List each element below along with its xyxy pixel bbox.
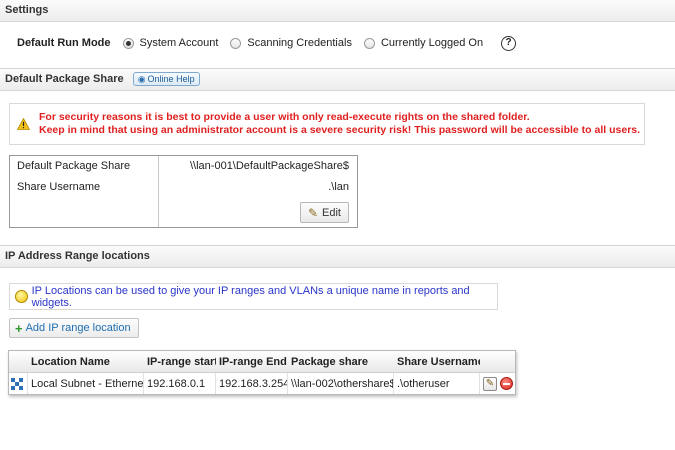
radio-label: Scanning Credentials (247, 37, 352, 49)
radio-button-checked[interactable] (122, 37, 134, 49)
radio-currently-logged-on[interactable]: Currently Logged On (363, 37, 484, 49)
edit-label: Edit (322, 206, 341, 219)
ip-ranges-title: IP Address Range locations (5, 250, 150, 262)
lightbulb-icon (15, 290, 28, 303)
share-username-label: Share Username (17, 181, 101, 193)
radio-button[interactable] (230, 37, 242, 49)
column-header[interactable]: IP-range start (144, 351, 216, 372)
radio-label: System Account (139, 37, 219, 49)
run-mode-row: Default Run Mode System Account Scanning… (17, 34, 517, 52)
radio-scanning-credentials[interactable]: Scanning Credentials (230, 37, 352, 49)
package-share-details: Default Package Share Share Username \\l… (9, 155, 358, 228)
settings-title: Settings (5, 4, 49, 16)
online-help-button[interactable]: ◉ Online Help (132, 72, 200, 87)
share-username-value: .\lan (328, 181, 349, 193)
column-header[interactable]: IP-range End (216, 351, 288, 372)
edit-share-button[interactable]: ✎ Edit (299, 202, 349, 223)
column-header[interactable]: Share Username (394, 351, 480, 372)
row-actions: ✎ (480, 373, 515, 394)
table-header: Location Name IP-range start IP-range En… (9, 351, 515, 373)
column-header[interactable]: Location Name (28, 351, 144, 372)
pencil-icon: ✎ (307, 205, 319, 220)
package-share-cell: \\lan-002\othershare$ (288, 373, 394, 394)
warning-icon (10, 118, 36, 130)
ip-info-text: IP Locations can be used to give your IP… (31, 284, 470, 309)
icon-column-header (9, 351, 28, 372)
ip-start-cell: 192.168.0.1 (144, 373, 216, 394)
share-username-cell: .\otheruser (394, 373, 480, 394)
ip-info-box: IP Locations can be used to give your IP… (9, 283, 498, 310)
package-share-header: Default Package Share ◉ Online Help (0, 68, 675, 91)
share-path-label: Default Package Share (17, 160, 131, 172)
ip-range-table: Location Name IP-range start IP-range En… (8, 350, 516, 395)
add-ip-range-label: Add IP range location (25, 322, 131, 334)
actions-column-header (480, 351, 515, 372)
radio-button[interactable] (363, 37, 375, 49)
radio-system-account[interactable]: System Account (122, 37, 219, 49)
online-help-label: Online Help (147, 73, 195, 84)
location-name-cell: Local Subnet - Ethernet (28, 373, 144, 394)
settings-header: Settings (0, 0, 675, 22)
plus-icon: + (15, 320, 23, 336)
add-ip-range-button[interactable]: + Add IP range location (9, 318, 139, 338)
edit-row-icon[interactable]: ✎ (483, 376, 497, 391)
table-row[interactable]: Local Subnet - Ethernet 192.168.0.1 192.… (9, 373, 515, 394)
security-warning: For security reasons it is best to provi… (9, 103, 645, 145)
column-header[interactable]: Package share (288, 351, 394, 372)
warning-line-1: For security reasons it is best to provi… (39, 111, 530, 123)
ip-end-cell: 192.168.3.254 (216, 373, 288, 394)
run-mode-label: Default Run Mode (17, 37, 111, 49)
package-share-title: Default Package Share (5, 73, 124, 85)
warning-line-2: Keep in mind that using an administrator… (39, 124, 641, 136)
ip-ranges-header: IP Address Range locations (0, 245, 675, 268)
globe-icon: ◉ (137, 73, 146, 84)
share-path-value: \\lan-001\DefaultPackageShare$ (190, 160, 349, 172)
radio-label: Currently Logged On (380, 37, 484, 49)
delete-row-icon[interactable] (500, 377, 513, 390)
network-icon (9, 373, 28, 394)
help-icon[interactable]: ? (501, 35, 517, 51)
